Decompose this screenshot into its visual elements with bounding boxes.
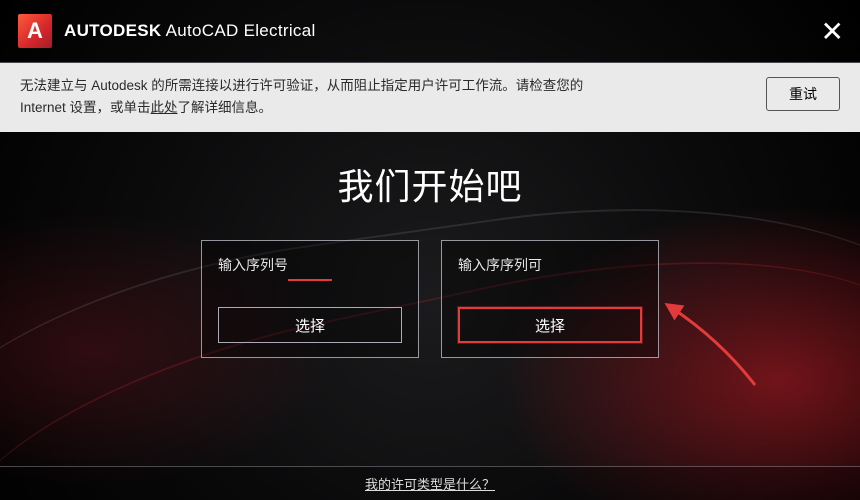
card-label: 输入序序列可 <box>458 255 642 275</box>
banner-details-link[interactable]: 此处 <box>151 100 178 115</box>
autodesk-logo-icon: A <box>18 14 52 48</box>
logo-letter: A <box>27 18 43 44</box>
select-button-serial[interactable]: 选择 <box>218 307 402 343</box>
banner-line2a: Internet 设置，或单击 <box>20 100 151 115</box>
select-button-network[interactable]: 选择 <box>458 307 642 343</box>
card-serial-number: 输入序列号 选择 <box>201 240 419 358</box>
brand-bold: AUTODESK <box>64 21 162 40</box>
card-label: 输入序列号 <box>218 255 402 275</box>
retry-button[interactable]: 重试 <box>766 77 840 111</box>
page-title: 我们开始吧 <box>0 158 860 210</box>
banner-text: 无法建立与 Autodesk 的所需连接以进行许可验证，从而阻止指定用户许可工作… <box>20 75 748 118</box>
banner-line2b: 了解详细信息。 <box>178 100 273 115</box>
close-icon[interactable]: ✕ <box>821 18 844 46</box>
footer: 我的许可类型是什么？ <box>0 466 860 500</box>
brand-product: AutoCAD Electrical <box>162 21 316 40</box>
banner-line1: 无法建立与 Autodesk 的所需连接以进行许可验证，从而阻止指定用户许可工作… <box>20 78 583 93</box>
title-bar: A AUTODESK AutoCAD Electrical ✕ <box>0 0 860 62</box>
connection-warning-banner: 无法建立与 Autodesk 的所需连接以进行许可验证，从而阻止指定用户许可工作… <box>0 63 860 132</box>
option-cards: 输入序列号 选择 输入序序列可 选择 <box>0 240 860 358</box>
license-type-help-link[interactable]: 我的许可类型是什么？ <box>365 474 495 493</box>
red-underline <box>288 279 332 281</box>
card-network-license: 输入序序列可 选择 <box>441 240 659 358</box>
window-root: A AUTODESK AutoCAD Electrical ✕ 无法建立与 Au… <box>0 0 860 500</box>
product-title: AUTODESK AutoCAD Electrical <box>64 21 316 41</box>
